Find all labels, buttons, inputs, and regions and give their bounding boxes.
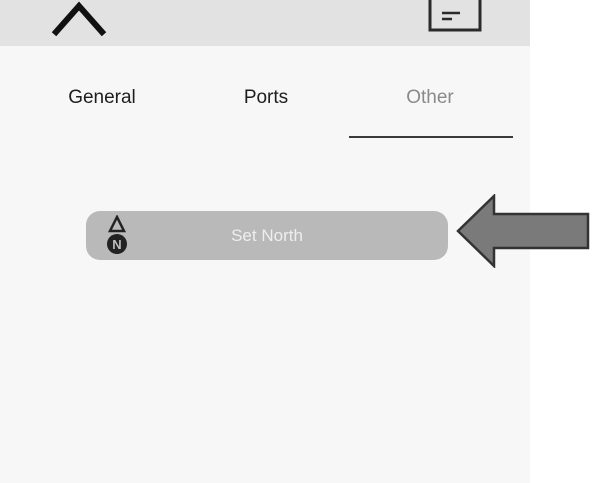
save-icon [428, 0, 482, 32]
collapse-button[interactable] [50, 0, 108, 40]
left-pointing-arrow-icon [456, 194, 590, 268]
active-tab-indicator [349, 136, 513, 138]
tab-general[interactable]: General [52, 84, 152, 112]
set-north-button[interactable]: N Set North [86, 211, 448, 260]
chevron-up-icon [51, 1, 107, 37]
top-bar [0, 0, 530, 46]
screenshot-page: General Ports Other N Set North [0, 0, 593, 483]
tab-other[interactable]: Other [380, 84, 480, 112]
set-north-label: Set North [231, 226, 303, 245]
tab-ports[interactable]: Ports [218, 84, 314, 112]
save-button[interactable] [424, 0, 486, 34]
app-panel: General Ports Other N Set North [0, 0, 530, 483]
tab-bar: General Ports Other [0, 70, 530, 142]
